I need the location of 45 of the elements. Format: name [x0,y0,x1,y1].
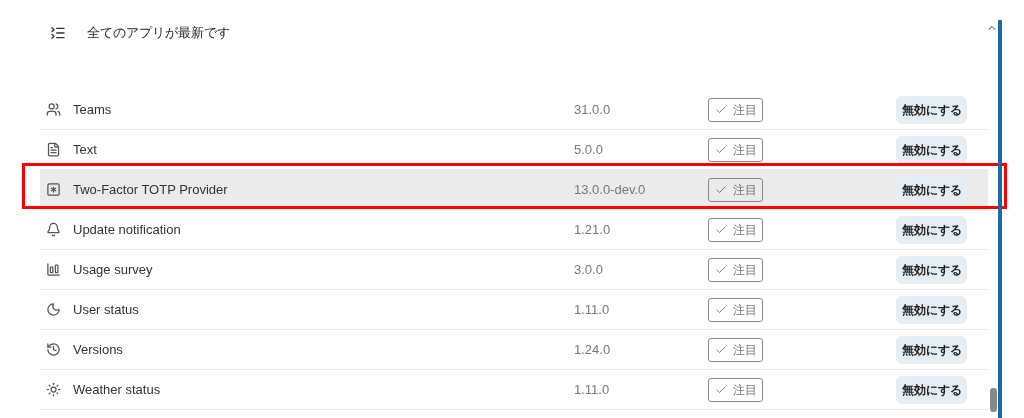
app-name: Teams [73,100,113,119]
scrollbar[interactable] [998,20,1002,418]
app-version: 3.0.0 [574,260,604,279]
document-icon [46,142,61,157]
disable-button[interactable]: 無効にする [896,295,967,324]
badge-label: 注目 [732,301,757,319]
app-name: Weather status [73,380,162,399]
bell-icon [46,222,61,237]
disable-button[interactable]: 無効にする [896,335,967,364]
disable-button[interactable]: 無効にする [896,215,967,244]
app-name: Text [73,140,98,159]
app-version: 1.11.0 [574,380,611,399]
app-version: 13.0.0-dev.0 [574,180,647,199]
app-version: 31.0.0 [574,100,612,119]
app-name: Versions [73,340,124,359]
app-name: Usage survey [73,260,154,279]
app-name: User status [73,300,140,319]
sun-icon [46,382,61,397]
badge-label: 注目 [732,181,757,199]
app-name: Update notification [73,220,182,239]
history-icon [46,342,61,357]
disable-button[interactable]: 無効にする [896,375,967,404]
scroll-thumb[interactable] [990,388,997,412]
moon-icon [46,302,61,317]
app-version: 1.11.0 [574,300,611,319]
badge-label: 注目 [732,221,757,239]
badge-label: 注目 [732,101,757,119]
people-icon [46,102,61,117]
badge-label: 注目 [732,261,757,279]
disable-button[interactable]: 無効にする [896,255,967,284]
badge-label: 注目 [732,341,757,359]
disable-button[interactable]: 無効にする [896,175,967,204]
app-name: Two-Factor TOTP Provider [73,180,229,199]
disable-button[interactable]: 無効にする [896,135,967,164]
chart-icon [46,262,61,277]
app-version: 5.0.0 [574,140,604,159]
app-version: 1.24.0 [574,340,612,359]
badge-label: 注目 [732,141,757,159]
key-square-icon [46,182,61,197]
status-text: 全てのアプリが最新です [87,24,230,43]
badge-label: 注目 [732,381,757,399]
app-version: 1.21.0 [574,220,612,239]
menu-icon[interactable] [50,25,66,41]
disable-button[interactable]: 無効にする [896,95,967,124]
app-row[interactable]: Two-Factor TOTP Provider 13.0.0-dev.0 注目 無効にする [40,170,988,210]
